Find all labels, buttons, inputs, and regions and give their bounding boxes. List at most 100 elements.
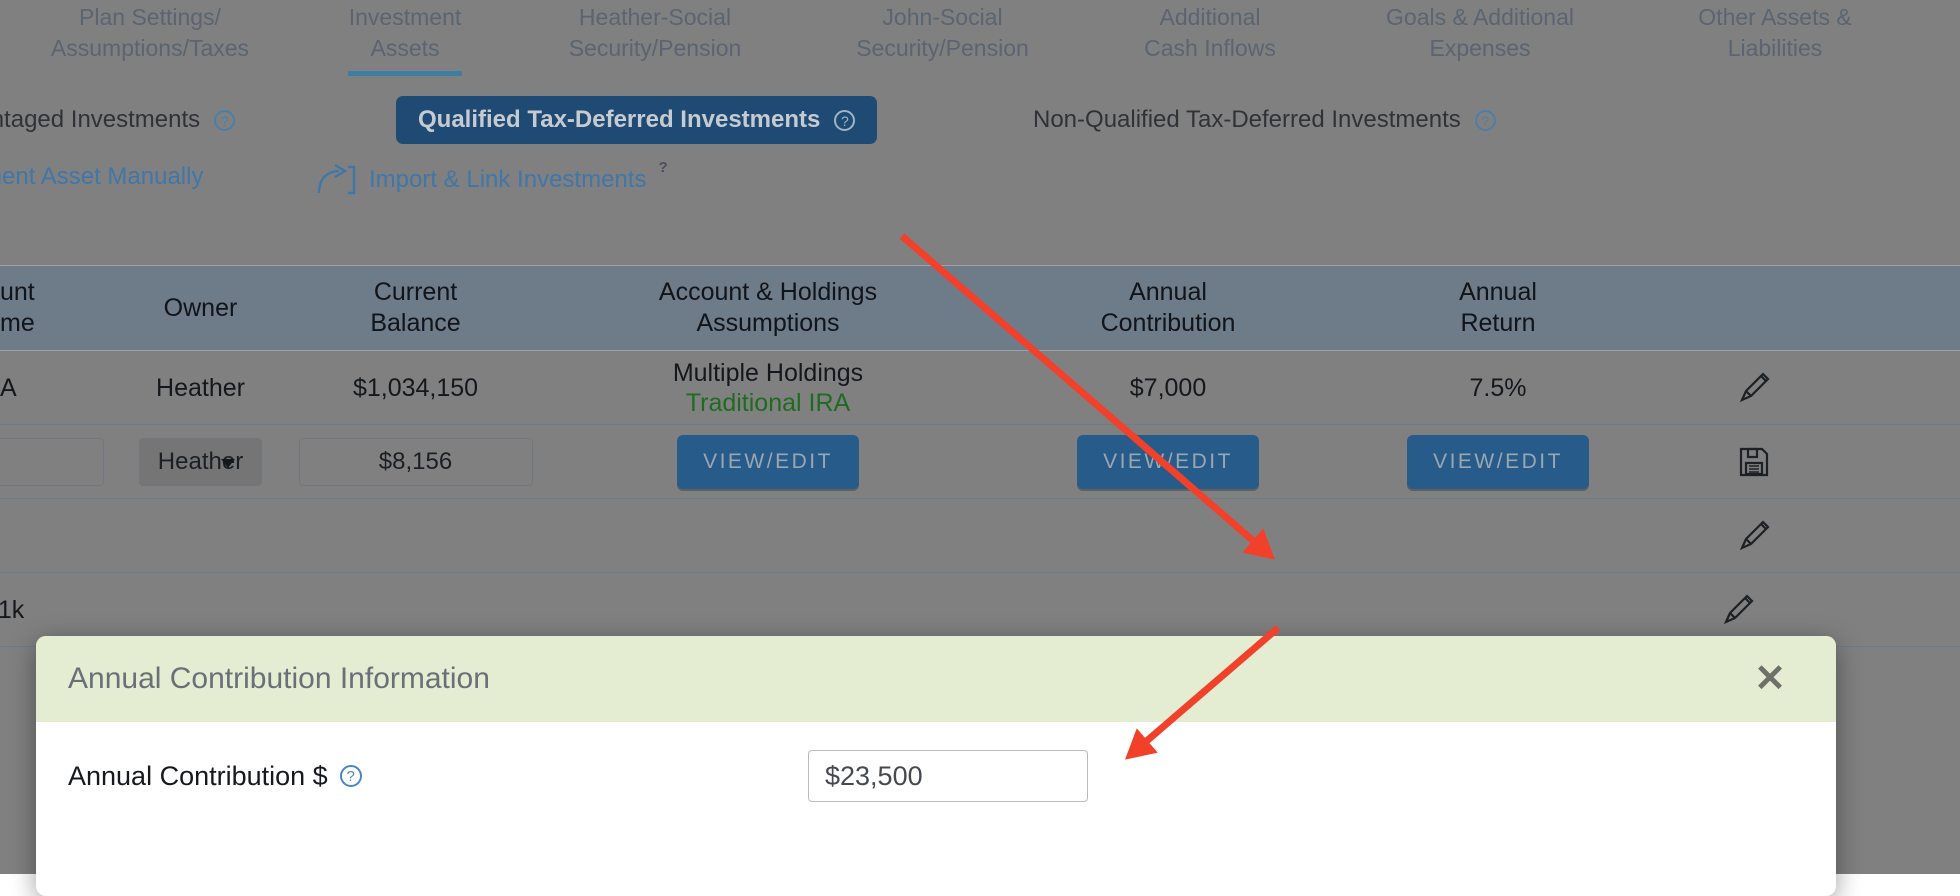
header-line1: Account & Holdings bbox=[658, 278, 878, 306]
asset-actions-row: estment Asset Manually Import & Link Inv… bbox=[0, 159, 1960, 205]
table-row: A Heather $1,034,150 Multiple Holdings T… bbox=[0, 351, 1960, 425]
add-manual-label: estment Asset Manually bbox=[0, 163, 204, 190]
wizard-tab-line2: Assets bbox=[370, 35, 440, 61]
wizard-tab-line1: Heather-Social bbox=[578, 4, 732, 30]
assumptions-main: Multiple Holdings bbox=[672, 358, 864, 387]
table-row: Heather VIEW/EDIT VIEW/EDIT VIEW/EDIT bbox=[0, 425, 1960, 499]
chevron-down-icon bbox=[221, 458, 235, 468]
header-line2: Assumptions bbox=[696, 309, 840, 337]
cell-annual-contribution: VIEW/EDIT bbox=[988, 434, 1348, 489]
cell-owner: Heather bbox=[118, 437, 283, 486]
pencil-icon[interactable] bbox=[1721, 593, 1755, 627]
cell-assumptions: VIEW/EDIT bbox=[548, 434, 988, 489]
account-name-input[interactable] bbox=[0, 437, 104, 486]
close-icon[interactable]: ✕ bbox=[1754, 660, 1786, 698]
cell-assumptions: Multiple Holdings Traditional IRA bbox=[548, 358, 988, 418]
annual-return-view-edit-button[interactable]: VIEW/EDIT bbox=[1407, 434, 1589, 489]
annual-contribution-label-text: Annual Contribution $ bbox=[68, 760, 328, 791]
wizard-tab-line2: Security/Pension bbox=[568, 35, 742, 61]
header-line1: Owner bbox=[163, 293, 238, 322]
wizard-tab-line2: Assumptions/Taxes bbox=[50, 35, 250, 61]
subtab-label: Non-Qualified Tax-Deferred Investments bbox=[1033, 106, 1461, 133]
subtab-non-qualified-tax-deferred-investments[interactable]: Non-Qualified Tax-Deferred Investments ? bbox=[1033, 96, 1496, 144]
cell-annual-return: VIEW/EDIT bbox=[1348, 434, 1648, 489]
cell-actions bbox=[1648, 445, 1860, 479]
dialog-header: Annual Contribution Information ✕ bbox=[36, 636, 1836, 722]
header-line2: Contribution bbox=[1100, 309, 1236, 337]
wizard-tab-line1: Plan Settings/ bbox=[79, 4, 221, 30]
wizard-tab-other-assets-liabilities[interactable]: Other Assets & Liabilities bbox=[1625, 0, 1925, 64]
wizard-tab-line1: Goals & Additional bbox=[1386, 4, 1574, 30]
wizard-tab-line2: Expenses bbox=[1429, 35, 1531, 61]
cell-account-name bbox=[0, 437, 118, 486]
subtab-label: Qualified Tax-Deferred Investments bbox=[418, 106, 821, 133]
annual-contribution-view-edit-button[interactable]: VIEW/EDIT bbox=[1077, 434, 1259, 489]
subtab-label: Advantaged Investments bbox=[0, 106, 201, 133]
wizard-tab-line1: John-Social bbox=[882, 4, 1003, 30]
import-link-investments-link[interactable]: Import & Link Investments ? bbox=[315, 159, 668, 197]
subtab-advantaged-investments[interactable]: Advantaged Investments ? bbox=[0, 96, 236, 144]
subtab-qualified-tax-deferred-investments[interactable]: Qualified Tax-Deferred Investments ? bbox=[396, 96, 878, 144]
column-header-current-balance: Current Balance bbox=[283, 277, 548, 339]
help-icon[interactable]: ? bbox=[658, 159, 667, 176]
pencil-icon[interactable] bbox=[1737, 371, 1771, 405]
import-link-label: Import & Link Investments bbox=[369, 166, 647, 193]
import-link-icon bbox=[315, 163, 357, 197]
investment-assets-table: unt me Owner Current Balance Account & H… bbox=[0, 265, 1960, 647]
pencil-icon[interactable] bbox=[1737, 519, 1771, 553]
wizard-tab-line2: Liabilities bbox=[1727, 35, 1823, 61]
wizard-tab-heather-social-security[interactable]: Heather-Social Security/Pension bbox=[510, 0, 800, 64]
column-header-account-name: unt me bbox=[0, 277, 118, 339]
cell-annual-return: 7.5% bbox=[1469, 373, 1527, 402]
owner-select[interactable]: Heather bbox=[139, 437, 262, 486]
cell-current-balance: $1,034,150 bbox=[352, 373, 479, 402]
assumptions-view-edit-button[interactable]: VIEW/EDIT bbox=[677, 434, 859, 489]
help-icon[interactable]: ? bbox=[339, 765, 362, 787]
cell-actions bbox=[1632, 593, 1844, 627]
header-line2: Balance bbox=[370, 309, 461, 337]
header-line1: Annual bbox=[1129, 278, 1207, 306]
wizard-tab-line1: Additional bbox=[1159, 4, 1261, 30]
cell-actions bbox=[1648, 371, 1860, 405]
assumptions-account-type: Traditional IRA bbox=[685, 388, 851, 417]
wizard-tab-line2: Security/Pension bbox=[856, 35, 1029, 61]
active-tab-underline bbox=[348, 71, 462, 76]
header-line1: Annual bbox=[1459, 278, 1537, 306]
investment-category-tabs: Advantaged Investments ? Qualified Tax-D… bbox=[0, 96, 1960, 144]
wizard-tab-line2: Cash Inflows bbox=[1144, 35, 1276, 61]
cell-current-balance bbox=[283, 437, 548, 486]
cell-owner: Heather bbox=[156, 373, 245, 402]
wizard-tab-john-social-security[interactable]: John-Social Security/Pension bbox=[800, 0, 1085, 64]
wizard-tab-plan-settings[interactable]: Plan Settings/ Assumptions/Taxes bbox=[0, 0, 300, 64]
current-balance-input[interactable] bbox=[298, 437, 533, 486]
cell-actions bbox=[1648, 519, 1860, 553]
wizard-tab-goals-additional-expenses[interactable]: Goals & Additional Expenses bbox=[1335, 0, 1625, 64]
annual-contribution-information-dialog: Annual Contribution Information ✕ Annual… bbox=[36, 636, 1836, 896]
header-line2: me bbox=[0, 309, 35, 337]
dialog-body: Annual Contribution $ ? bbox=[36, 722, 1836, 802]
header-line1: Current bbox=[373, 278, 458, 306]
header-line2: Return bbox=[1460, 309, 1536, 337]
table-header-row: unt me Owner Current Balance Account & H… bbox=[0, 265, 1960, 351]
save-icon[interactable] bbox=[1737, 445, 1771, 479]
header-line1: unt bbox=[0, 278, 35, 306]
wizard-tab-line1: Other Assets & bbox=[1698, 4, 1852, 30]
wizard-tab-bar: Plan Settings/ Assumptions/Taxes Investm… bbox=[0, 0, 1960, 78]
help-icon[interactable]: ? bbox=[834, 109, 856, 131]
annual-contribution-input[interactable] bbox=[808, 750, 1088, 802]
column-header-annual-contribution: Annual Contribution bbox=[988, 277, 1348, 339]
wizard-tab-additional-cash-inflows[interactable]: Additional Cash Inflows bbox=[1085, 0, 1335, 64]
wizard-tab-investment-assets[interactable]: Investment Assets bbox=[300, 0, 510, 76]
annual-contribution-label: Annual Contribution $ ? bbox=[68, 761, 808, 792]
help-icon[interactable]: ? bbox=[1474, 109, 1496, 131]
column-header-account-holdings-assumptions: Account & Holdings Assumptions bbox=[548, 277, 988, 339]
cell-annual-contribution: $7,000 bbox=[1129, 373, 1207, 402]
dialog-title: Annual Contribution Information bbox=[68, 662, 490, 695]
add-investment-asset-manually-link[interactable]: estment Asset Manually bbox=[0, 163, 203, 191]
column-header-annual-return: Annual Return bbox=[1348, 277, 1648, 339]
table-row bbox=[0, 499, 1960, 573]
help-icon[interactable]: ? bbox=[214, 109, 236, 131]
wizard-tab-line1: Investment bbox=[348, 4, 462, 30]
cell-account-name: 01k bbox=[0, 595, 25, 624]
cell-account-name: A bbox=[0, 373, 17, 402]
